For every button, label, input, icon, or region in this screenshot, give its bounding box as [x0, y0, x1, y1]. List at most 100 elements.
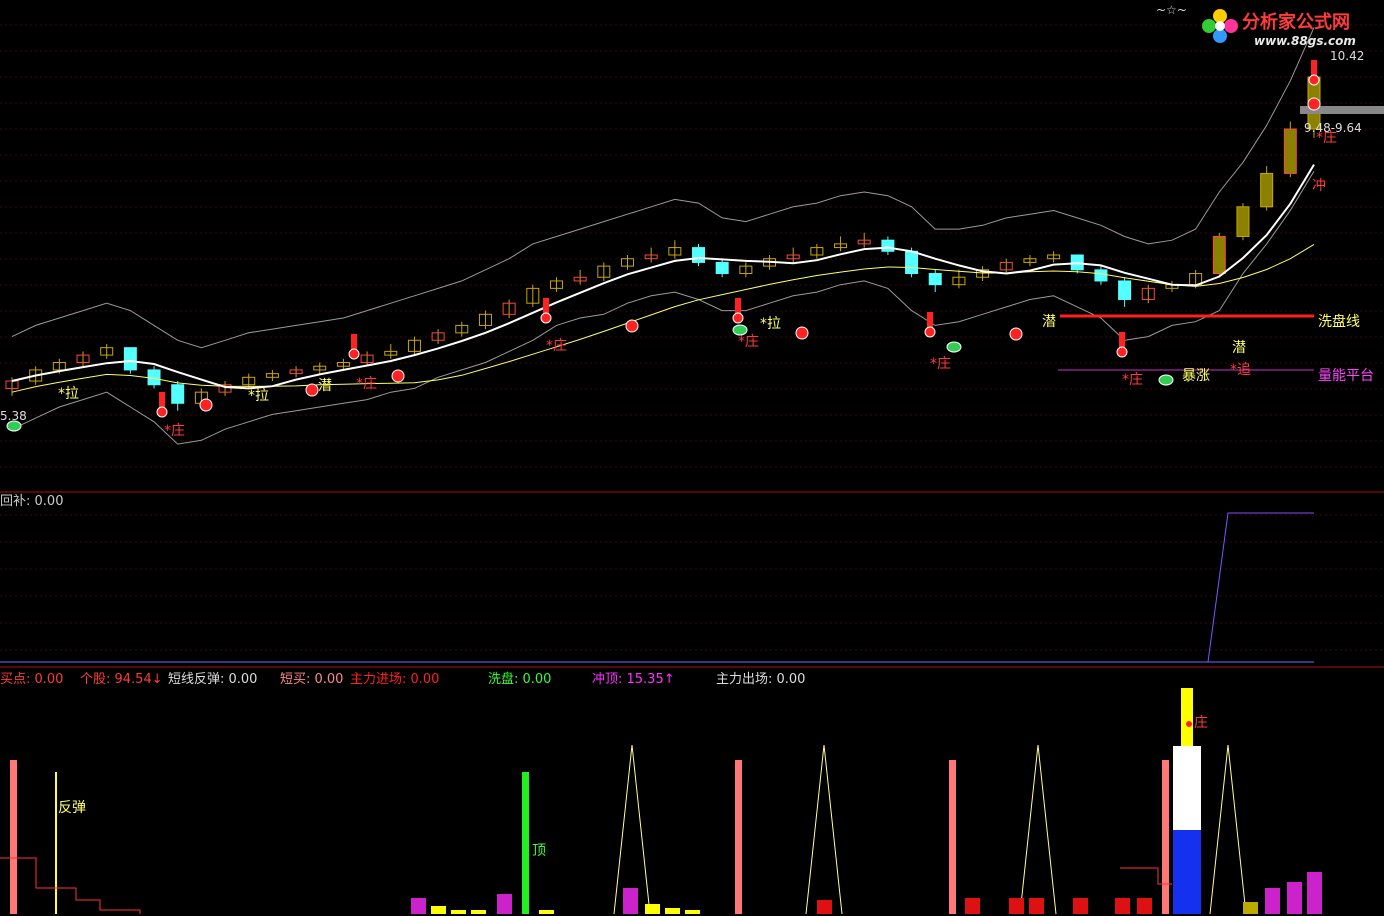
top-bar: [522, 772, 529, 914]
red-arrow-head-icon: [1308, 74, 1320, 86]
marker-label: *追: [1230, 362, 1251, 378]
price-low-label: 5.38: [0, 409, 27, 423]
candle: [123, 347, 137, 371]
sub-panel-value: 0.00: [34, 494, 64, 509]
gem-icon: [1158, 374, 1174, 386]
zhuang-dot: [1186, 721, 1192, 727]
candle: [171, 384, 185, 404]
marker-label: *庄: [356, 375, 377, 392]
volume-bar: [539, 910, 554, 914]
indicator-5: 洗盘: 0.00: [488, 672, 552, 687]
peak-triangle: [1209, 744, 1247, 915]
volume-bar: [623, 888, 638, 914]
red-ball-icon: [199, 398, 213, 412]
candle: [928, 273, 942, 286]
candle: [715, 261, 729, 275]
platform-line-label: 量能平台: [1318, 368, 1374, 384]
indicator-3: 短买: 0.00: [280, 672, 344, 687]
price-high-label: 10.42: [1330, 49, 1365, 63]
candle: [1260, 172, 1274, 208]
red-ball-icon: [625, 319, 639, 333]
signal-bar: [735, 760, 742, 914]
indicator-0: 买点: 0.00: [0, 672, 64, 687]
gem-icon: [946, 341, 962, 353]
indicator-1: 个股: 94.54↓: [80, 672, 163, 687]
volume-bar: [1307, 872, 1322, 914]
range-label: 9.48-9.64: [1304, 121, 1362, 135]
candle: [1094, 269, 1108, 282]
marker-label: *拉: [760, 316, 781, 332]
candle: [905, 250, 919, 275]
red-ball-icon: [305, 383, 319, 397]
volume-bar: [431, 906, 446, 914]
candle: [1283, 128, 1297, 174]
red-arrow-head-icon: [348, 348, 360, 360]
volume-bar: [685, 910, 700, 914]
candle: [1118, 280, 1132, 300]
candle: [147, 369, 161, 386]
stair-line: [0, 857, 141, 914]
gem-icon: [732, 324, 748, 336]
red-ball-icon: [391, 369, 405, 383]
volume-bar: [471, 910, 486, 914]
marker-label: *庄: [930, 355, 951, 372]
peak-triangle: [1019, 744, 1057, 915]
rebound-line: [0, 512, 1314, 663]
sub-panel-name: 回补: [0, 494, 27, 509]
marker-label: *拉: [248, 388, 269, 404]
indicator-6: 冲顶: 15.35↑: [592, 672, 675, 687]
stock-chart[interactable]: *拉*庄*拉潜 *庄*庄*拉*庄*庄潜*庄 暴涨潜*追*庄冲: [0, 0, 1384, 916]
red-arrow-head-icon: [1116, 346, 1128, 358]
logo-url: www.88gs.com: [1254, 34, 1356, 48]
marker-label: *庄: [546, 337, 567, 354]
logo-title: 分析家公式网: [1242, 12, 1350, 33]
volume-bar: [1029, 898, 1044, 914]
volume-bar: [497, 894, 512, 914]
volume-bar: [645, 904, 660, 914]
red-arrow-head-icon: [732, 312, 744, 324]
volume-bar: [1265, 888, 1280, 914]
volume-bar: [1287, 882, 1302, 914]
marker-label: *庄: [1122, 371, 1143, 388]
top-label: 顶: [532, 843, 546, 859]
marker-label: *拉: [58, 386, 79, 402]
volume-bar: [1115, 898, 1130, 914]
marker-label: 冲: [1312, 178, 1326, 194]
marker-label: *庄: [738, 333, 759, 350]
zhuang-label: 庄: [1194, 715, 1208, 731]
red-ball-icon: [795, 326, 809, 340]
indicator-4: 主力进场: 0.00: [350, 672, 440, 687]
marker-label: *庄: [164, 422, 185, 439]
volume-bar: [965, 898, 980, 914]
flower-logo-icon: [1202, 9, 1238, 43]
candle: [1212, 235, 1226, 275]
red-ball-icon: [1307, 97, 1321, 111]
marker-label: 潜: [318, 378, 332, 394]
volume-bar: [1073, 898, 1088, 914]
zhuang-bar-white: [1173, 746, 1201, 830]
zhuang-bar-yellow: [1181, 688, 1193, 746]
volume-bar: [411, 898, 426, 914]
volume-bar: [665, 908, 680, 914]
marker-label: 暴涨: [1182, 368, 1210, 384]
candle: [881, 239, 895, 252]
marker-label: 潜: [1232, 340, 1246, 356]
marker-label: 潜: [1042, 314, 1056, 330]
red-arrow-head-icon: [924, 326, 936, 338]
candle: [692, 247, 706, 263]
red-ball-icon: [1009, 327, 1023, 341]
signal-bar: [10, 760, 17, 914]
signal-bar: [949, 760, 956, 914]
zhuang-bar-blue: [1173, 830, 1201, 914]
volume-bar: [1009, 898, 1024, 914]
logo-prefix: ~☆~: [1156, 3, 1187, 17]
indicator-7: 主力出场: 0.00: [716, 672, 806, 687]
rebound-label: 反弹: [58, 800, 86, 816]
indicator-2: 短线反弹: 0.00: [168, 672, 258, 687]
volume-bar: [451, 910, 466, 914]
red-arrow-head-icon: [156, 406, 168, 418]
wash-line-label: 洗盘线: [1318, 314, 1360, 330]
red-arrow-head-icon: [540, 312, 552, 324]
sub-panel-label: 回补: 0.00: [0, 494, 64, 509]
peak-triangle: [805, 744, 843, 915]
